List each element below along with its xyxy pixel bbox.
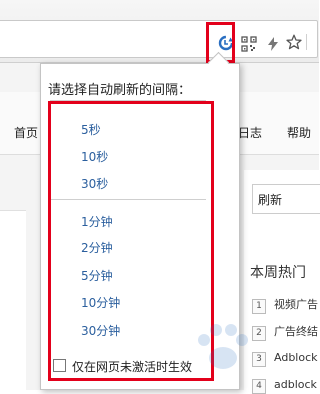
rank-item[interactable]: 4 adblock xyxy=(252,378,317,394)
toolbar-separator xyxy=(306,34,311,50)
lightning-icon[interactable] xyxy=(265,36,281,52)
left-panel xyxy=(0,210,26,391)
popup-title: 请选择自动刷新的间隔： xyxy=(48,83,192,98)
refresh-select[interactable]: 刷新 xyxy=(252,184,320,214)
nav-log[interactable]: 日志 xyxy=(238,124,262,141)
nav-help[interactable]: 帮助 xyxy=(287,124,311,141)
star-icon[interactable] xyxy=(286,34,302,50)
nav-home[interactable]: 首页 xyxy=(14,124,38,141)
paw-watermark-icon xyxy=(198,324,248,369)
hot-title: 本周热门 xyxy=(250,265,306,281)
rank-item[interactable]: 1 视频广告 xyxy=(252,296,318,314)
browser-toolbar xyxy=(0,0,319,63)
qr-code-icon[interactable] xyxy=(241,36,257,52)
